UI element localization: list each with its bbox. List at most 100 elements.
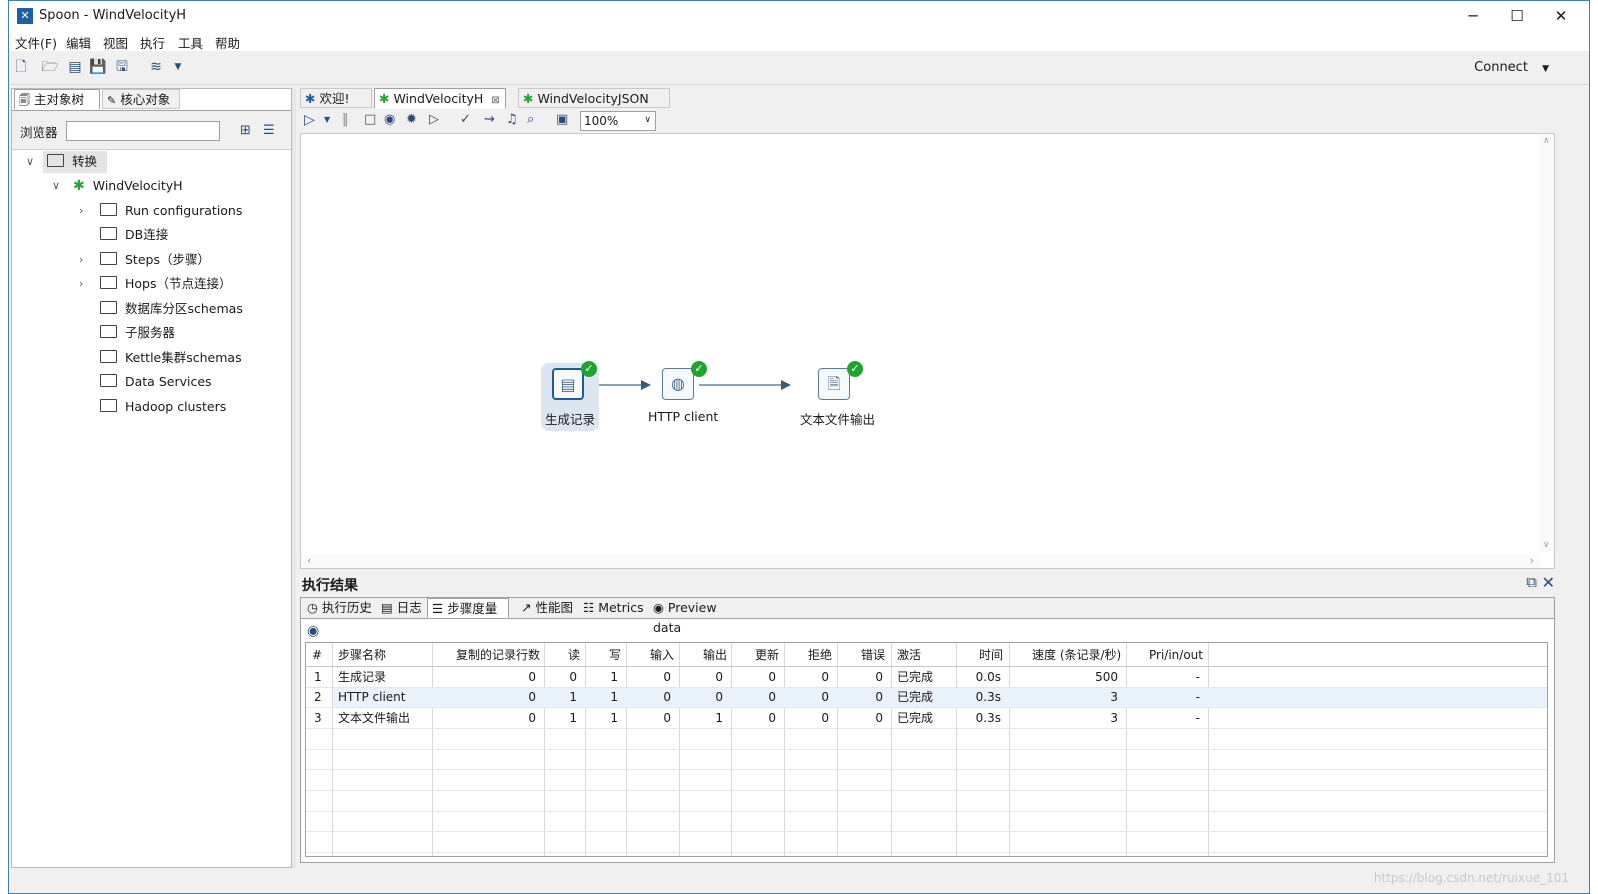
tree-item-cluster-schemas[interactable]: Kettle集群schemas	[100, 347, 242, 369]
chevron-right-icon[interactable]: ›	[79, 277, 83, 290]
tree-item-partition-schemas[interactable]: 数据库分区schemas	[100, 298, 243, 320]
explore-db-icon[interactable]: ⌕	[527, 112, 534, 127]
eye-icon[interactable]: ◉	[307, 623, 319, 639]
zoom-select[interactable]: 100% ∨	[580, 111, 656, 131]
col-header-read[interactable]: 读	[568, 645, 580, 665]
menu-file[interactable]: 文件(F)	[15, 33, 57, 52]
open-file-icon[interactable]: 🗁	[41, 58, 59, 76]
menu-view[interactable]: 视图	[103, 33, 128, 52]
col-header-active[interactable]: 激活	[897, 645, 921, 665]
pause-icon[interactable]: ‖	[342, 112, 349, 127]
collapse-all-icon[interactable]: ☰	[263, 123, 275, 138]
tree-item-steps[interactable]: Steps（步骤）	[100, 249, 210, 271]
panel-splitter[interactable]	[292, 88, 296, 868]
horizontal-scrollbar[interactable]: ‹ ›	[301, 554, 1540, 568]
col-header-index[interactable]: #	[312, 645, 322, 665]
tab-preview-data[interactable]: ◉ Preview data	[649, 598, 747, 635]
transformation-canvas[interactable]: ▤ ✓ 生成记录 ◍ ✓ HTTP client 🗎 ✓ 文本文件输出 ∧ ∨ …	[300, 133, 1555, 569]
close-results-icon[interactable]: ✕	[1542, 573, 1555, 592]
scroll-right-icon[interactable]: ›	[1530, 554, 1534, 567]
col-header-time[interactable]: 时间	[979, 645, 1003, 665]
layers-icon[interactable]: ≋	[147, 58, 165, 76]
col-header-rejected[interactable]: 拒绝	[808, 645, 832, 665]
layers-dropdown-icon[interactable]: ▼	[169, 58, 187, 76]
tree-item-data-services[interactable]: Data Services	[100, 371, 212, 393]
col-header-copies[interactable]: 复制的记录行数	[456, 645, 540, 665]
expand-all-icon[interactable]: ⊞	[240, 123, 251, 138]
table-cell: 0	[528, 670, 536, 684]
tab-windvelocityh[interactable]: ✱ WindVelocityH ⊠	[374, 88, 506, 109]
sql-icon[interactable]: ♫	[506, 112, 518, 127]
tree-item-label: Steps（步骤）	[125, 252, 210, 267]
chevron-down-icon[interactable]: ∨	[26, 155, 34, 168]
tree-item-run-configurations[interactable]: Run configurations	[100, 200, 242, 222]
folder-icon	[100, 374, 117, 387]
save-as-icon[interactable]: 🖫	[113, 58, 131, 76]
folder-icon	[100, 301, 117, 314]
tab-execution-history[interactable]: ◷ 执行历史	[303, 598, 375, 618]
tab-welcome[interactable]: ✱ 欢迎!	[300, 88, 372, 108]
col-header-output[interactable]: 输出	[703, 645, 727, 665]
browser-search-input[interactable]	[66, 121, 220, 141]
table-cell: 1	[314, 670, 322, 684]
run-icon[interactable]: ▷	[304, 112, 315, 128]
col-header-pri-in-out[interactable]: Pri/in/out	[1149, 645, 1203, 665]
vertical-scrollbar[interactable]: ∧ ∨	[1540, 134, 1554, 552]
save-icon[interactable]: 💾	[89, 58, 107, 76]
menu-tools[interactable]: 工具	[178, 33, 203, 52]
scroll-up-icon[interactable]: ∧	[1543, 136, 1550, 146]
show-results-icon[interactable]: ▣	[556, 112, 568, 127]
chevron-right-icon[interactable]: ›	[79, 253, 83, 266]
menu-edit[interactable]: 编辑	[66, 33, 91, 52]
success-check-icon: ✓	[691, 361, 707, 377]
browser-bar: 浏览器 ⊞ ☰	[12, 111, 291, 149]
close-tab-icon[interactable]: ⊠	[491, 95, 499, 106]
col-header-step-name[interactable]: 步骤名称	[338, 645, 386, 665]
tab-main-object-tree[interactable]: 🗐 主对象树	[14, 89, 100, 109]
col-header-written[interactable]: 写	[609, 645, 621, 665]
chevron-right-icon[interactable]: ›	[79, 204, 83, 217]
col-header-input[interactable]: 输入	[650, 645, 674, 665]
tab-core-objects[interactable]: ✎ 核心对象	[102, 89, 180, 109]
col-header-updated[interactable]: 更新	[755, 645, 779, 665]
transformation-icon: ✱	[73, 178, 85, 194]
stop-icon[interactable]: □	[364, 112, 376, 127]
connect-button[interactable]: Connect ▼	[1474, 60, 1549, 75]
col-header-errors[interactable]: 错误	[861, 645, 885, 665]
close-button[interactable]: ✕	[1541, 5, 1581, 27]
tree-item-label: Run configurations	[125, 203, 243, 218]
impact-icon[interactable]: ⇝	[484, 112, 495, 127]
menu-run[interactable]: 执行	[140, 33, 165, 52]
preview-icon[interactable]: ◉	[384, 112, 395, 127]
table-cell: 0.3s	[975, 690, 1001, 704]
tree-item-hops[interactable]: Hops（节点连接）	[100, 273, 232, 295]
explore-repository-icon[interactable]: ▤	[66, 58, 84, 76]
maximize-results-icon[interactable]: ⧉	[1526, 573, 1537, 591]
text-file-output-step-icon[interactable]: 🗎	[818, 368, 850, 400]
debug-icon[interactable]: ✹	[406, 112, 417, 127]
tab-log[interactable]: ▤ 日志	[377, 598, 425, 618]
new-file-icon[interactable]: 🗋	[12, 58, 30, 76]
scroll-down-icon[interactable]: ∨	[1543, 540, 1550, 550]
tab-performance-graph[interactable]: ↗ 性能图	[517, 598, 577, 618]
tree-root-transformations[interactable]: 转换	[43, 151, 107, 173]
menu-help[interactable]: 帮助	[215, 33, 240, 52]
maximize-button[interactable]: ☐	[1497, 5, 1537, 27]
tab-metrics[interactable]: ☷ Metrics	[579, 598, 645, 618]
tree-item-slave-servers[interactable]: 子服务器	[100, 322, 175, 344]
replay-icon[interactable]: ▷	[429, 112, 439, 127]
tree-item-transformation[interactable]: ✱ WindVelocityH	[73, 175, 183, 197]
col-header-speed[interactable]: 速度 (条记录/秒)	[1032, 645, 1121, 665]
tree-item-label: WindVelocityH	[92, 178, 183, 193]
minimize-button[interactable]: ─	[1453, 5, 1493, 27]
tab-windvelocityjson[interactable]: ✱ WindVelocityJSON	[518, 88, 670, 108]
tab-step-metrics[interactable]: ☰ 步骤度量	[427, 598, 509, 618]
scroll-left-icon[interactable]: ‹	[307, 554, 311, 567]
verify-icon[interactable]: ✓	[460, 112, 471, 127]
http-client-step-icon[interactable]: ◍	[662, 368, 694, 400]
tree-item-db-connections[interactable]: DB连接	[100, 224, 168, 246]
generate-rows-step-icon[interactable]: ▤	[552, 368, 584, 400]
tree-item-hadoop-clusters[interactable]: Hadoop clusters	[100, 396, 226, 418]
chevron-down-icon[interactable]: ∨	[52, 179, 60, 192]
run-dropdown-icon[interactable]: ▼	[324, 115, 330, 124]
